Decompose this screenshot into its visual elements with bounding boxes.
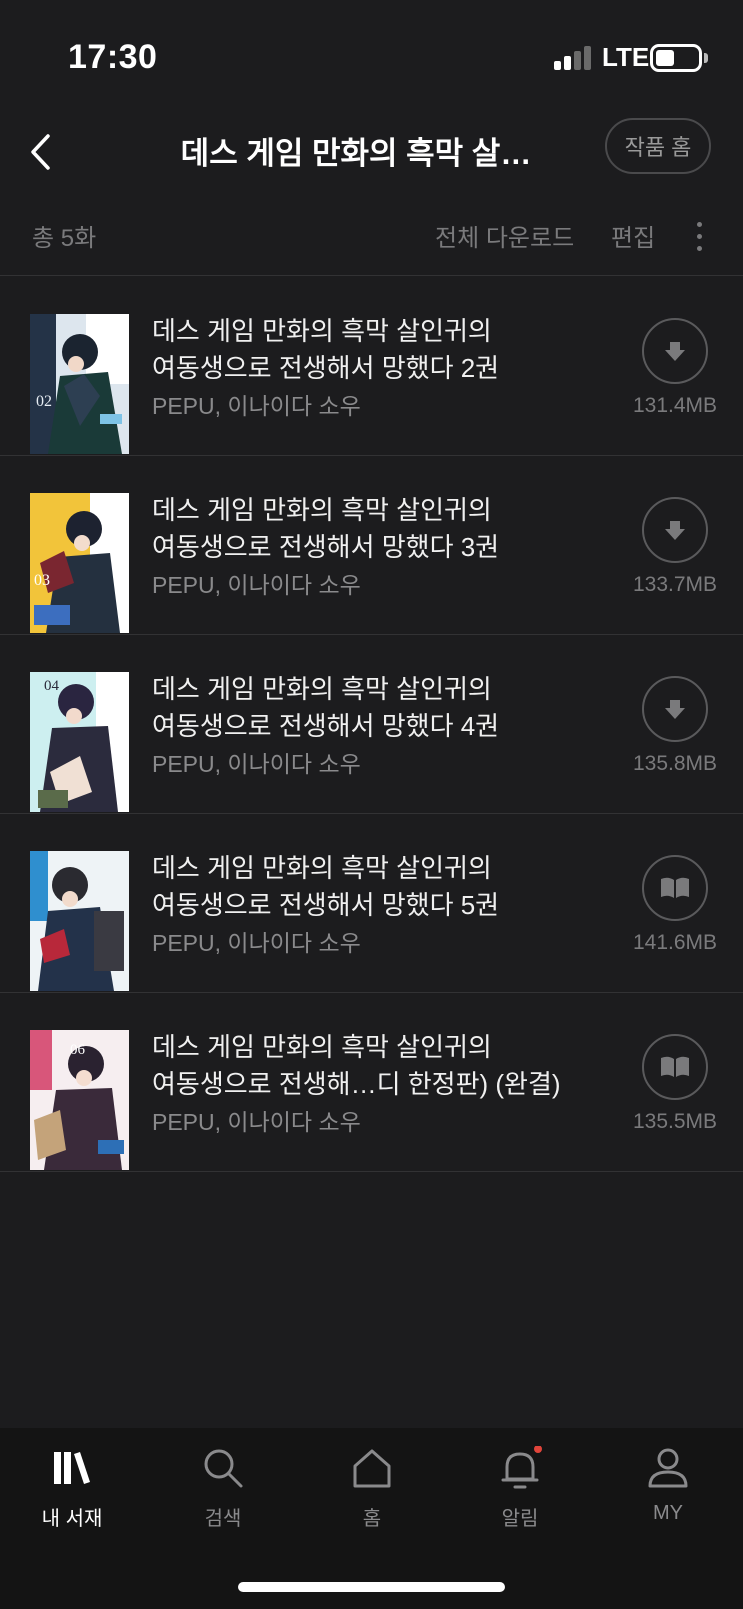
read-button[interactable] [642,855,708,921]
item-title: 데스 게임 만화의 흑막 살인귀의 여동생으로 전생해서 망했다 5권 [152,850,592,924]
item-author: PEPU, 이나이다 소우 [152,751,361,777]
battery-icon [650,44,702,72]
cover-volume-number: 02 [36,393,52,410]
search-icon [204,1449,243,1488]
item-title-line1: 데스 게임 만화의 흑막 살인귀의 [152,495,492,525]
nav-my[interactable]: MY [608,1446,728,1546]
file-size: 135.5MB [632,1110,718,1133]
cover-image: 06 [30,1030,129,1170]
cover-volume-number: 06 [70,1042,86,1058]
chevron-left-icon [31,134,50,170]
home-icon [353,1449,391,1488]
nav-notifications-label: 알림 [501,1508,539,1530]
cover-image: 04 [30,672,129,812]
cover-image: 02 [30,314,129,454]
list-toolbar: 총 5화 전체 다운로드 편집 [0,210,743,276]
item-author: PEPU, 이나이다 소우 [152,930,361,956]
nav-search[interactable]: 검색 [163,1446,283,1546]
file-size: 135.8MB [632,752,718,775]
item-title-line2: 여동생으로 전생해서 망했다 3권 [152,532,500,562]
download-button[interactable] [642,497,708,563]
nav-library-label: 내 서재 [41,1508,103,1530]
list-item[interactable]: 04 데스 게임 만화의 흑막 살인귀의 여동생으로 전생해서 망했다 4권 P… [0,635,743,814]
item-title-line2: 여동생으로 전생해서 망했다 4권 [152,711,500,741]
item-title-line2: 여동생으로 전생해서 망했다 2권 [152,353,500,383]
network-type: LTE [602,42,650,72]
nav-notifications[interactable]: 알림 [460,1446,580,1546]
list-item[interactable]: 데스 게임 만화의 흑막 살인귀의 여동생으로 전생해서 망했다 5권 PEPU… [0,814,743,993]
download-all-button[interactable]: 전체 다운로드 [435,218,574,253]
nav-library[interactable]: 내 서재 [12,1446,132,1546]
list-item[interactable]: 06 데스 게임 만화의 흑막 살인귀의 여동생으로 전생해…디 한정판) (완… [0,993,743,1172]
item-title-line1: 데스 게임 만화의 흑막 살인귀의 [152,316,492,346]
item-title-line1: 데스 게임 만화의 흑막 살인귀의 [152,674,492,704]
user-icon [648,1448,688,1488]
signal-strength-icon [554,46,594,70]
item-title-line1: 데스 게임 만화의 흑막 살인귀의 [152,853,492,883]
battery-cap [704,53,708,63]
nav-home-label: 홈 [362,1508,382,1530]
download-icon [665,521,685,540]
screen: 17:30 LTE 데스 게임 만화의 흑막 살… 작품 홈 총 5화 전체 다… [0,0,743,1609]
nav-my-label: MY [653,1502,683,1524]
cover-image [30,851,129,991]
read-book-icon [661,877,689,898]
item-author: PEPU, 이나이다 소우 [152,572,361,598]
more-options-icon[interactable] [685,214,715,258]
page-title: 데스 게임 만화의 흑막 살… [180,136,532,171]
item-title-line1: 데스 게임 만화의 흑막 살인귀의 [152,1032,492,1062]
back-button[interactable] [14,122,66,182]
volume-list: 02 데스 게임 만화의 흑막 살인귀의 여동생으로 전생해서 망했다 2권 P… [0,277,743,1172]
work-home-button[interactable]: 작품 홈 [605,118,711,174]
item-title: 데스 게임 만화의 흑막 살인귀의 여동생으로 전생해서 망했다 4권 [152,671,592,745]
list-item[interactable]: 03 데스 게임 만화의 흑막 살인귀의 여동생으로 전생해서 망했다 3권 P… [0,456,743,635]
bell-icon [501,1446,542,1489]
download-icon [665,342,685,361]
status-bar: 17:30 LTE [0,0,743,110]
item-title-line2: 여동생으로 전생해…디 한정판) (완결) [152,1069,561,1099]
status-time: 17:30 [68,38,158,76]
file-size: 131.4MB [632,394,718,417]
library-icon [54,1452,90,1484]
download-icon [665,700,685,719]
item-title: 데스 게임 만화의 흑막 살인귀의 여동생으로 전생해서 망했다 2권 [152,313,592,387]
item-title: 데스 게임 만화의 흑막 살인귀의 여동생으로 전생해서 망했다 3권 [152,492,592,566]
file-size: 141.6MB [632,931,718,954]
item-author: PEPU, 이나이다 소우 [152,1109,361,1135]
nav-home[interactable]: 홈 [312,1446,432,1546]
edit-button[interactable]: 편집 [611,218,655,253]
home-indicator[interactable] [238,1582,505,1592]
item-author: PEPU, 이나이다 소우 [152,393,361,419]
download-button[interactable] [642,676,708,742]
item-title-line2: 여동생으로 전생해서 망했다 5권 [152,890,500,920]
episode-count: 총 5화 [32,225,97,252]
read-button[interactable] [642,1034,708,1100]
list-item[interactable]: 02 데스 게임 만화의 흑막 살인귀의 여동생으로 전생해서 망했다 2권 P… [0,277,743,456]
item-title: 데스 게임 만화의 흑막 살인귀의 여동생으로 전생해…디 한정판) (완결) [152,1029,592,1103]
nav-search-label: 검색 [204,1508,242,1530]
header: 데스 게임 만화의 흑막 살… 작품 홈 [0,110,743,210]
download-button[interactable] [642,318,708,384]
file-size: 133.7MB [632,573,718,596]
cover-image: 03 [30,493,129,633]
cover-volume-number: 04 [44,678,60,694]
cover-volume-number: 03 [34,572,50,589]
read-book-icon [661,1056,689,1077]
